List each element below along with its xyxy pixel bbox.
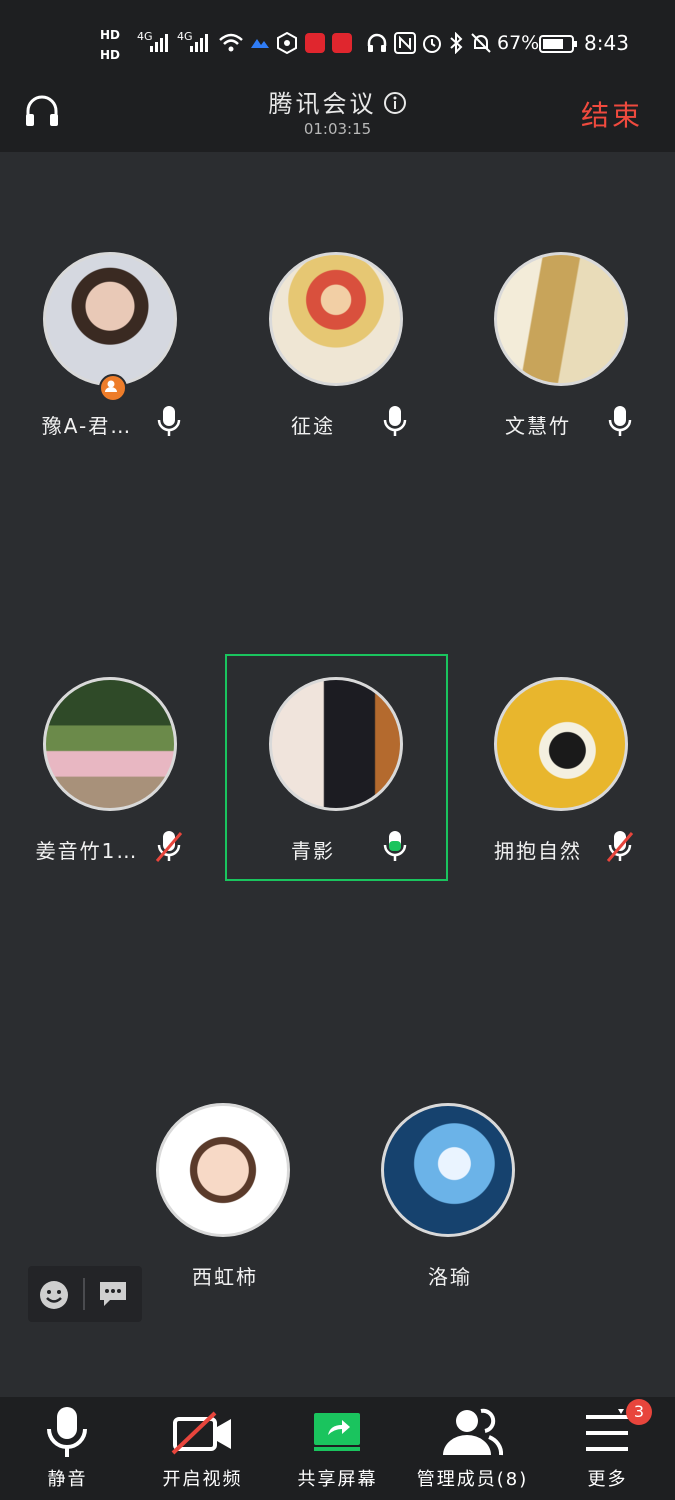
participant-name: 西虹柿 [192, 1265, 258, 1289]
avatar [494, 252, 628, 386]
app-notification-red-icon [305, 33, 325, 53]
mic-icon [608, 406, 632, 436]
share-screen-icon [314, 1413, 360, 1451]
wifi-icon [219, 33, 243, 52]
avatar [381, 1103, 515, 1237]
avatar [43, 252, 177, 386]
meeting-toolbar: 静音 开启视频 共享屏幕 管理成员(8) 更多 [0, 1397, 675, 1500]
notification-badge: 3 [626, 1399, 652, 1425]
silent-bell-icon [471, 33, 491, 53]
avatar [269, 677, 403, 811]
microphone-icon [47, 1407, 87, 1457]
host-badge-icon [99, 374, 127, 402]
headset-status-icon [367, 33, 387, 52]
reaction-chat-bar [28, 1266, 142, 1322]
video-off-icon [171, 1411, 231, 1455]
meeting-title[interactable]: 腾讯会议 [0, 84, 675, 119]
participant-name: 文慧竹 [505, 414, 571, 438]
end-meeting-button[interactable]: 结束 [581, 94, 643, 134]
mic-speaking-icon [383, 831, 407, 861]
mute-label: 静音 [47, 1469, 88, 1490]
participant-name: 姜音竹1… [35, 839, 139, 863]
meeting-header: 腾讯会议 01:03:15 结束 [0, 80, 675, 152]
meeting-timer: 01:03:15 [303, 120, 372, 138]
battery-icon [539, 35, 577, 53]
participant-name: 洛瑜 [428, 1265, 472, 1289]
more-menu-icon [586, 1409, 628, 1451]
more-button[interactable]: 更多 [540, 1397, 675, 1500]
avatar [156, 1103, 290, 1237]
participant-name: 豫A-君… [41, 414, 133, 438]
battery-percent: 67% [497, 32, 540, 54]
members-icon [443, 1408, 504, 1456]
signal-icon-2 [190, 34, 208, 52]
avatar [269, 252, 403, 386]
signal-icon-1 [150, 34, 168, 52]
info-icon[interactable] [383, 91, 407, 115]
status-bar: HD HD 4G 4G 67% 8:43 [0, 0, 675, 80]
mute-button[interactable]: 静音 [0, 1397, 135, 1500]
emoji-icon[interactable] [38, 1279, 70, 1311]
nfc-icon [394, 32, 416, 54]
mic-muted-icon [155, 831, 183, 862]
mic-muted-icon [606, 831, 634, 862]
participant-name: 征途 [291, 414, 335, 438]
clock: 8:43 [584, 31, 629, 55]
manage-members-button[interactable]: 管理成员(8) [405, 1397, 540, 1500]
bluetooth-icon [450, 32, 463, 54]
hd2-indicator: HD [100, 48, 121, 62]
start-video-label: 开启视频 [162, 1469, 243, 1490]
chat-icon[interactable] [98, 1279, 128, 1309]
divider [83, 1278, 85, 1310]
manage-members-label: 管理成员(8) [416, 1469, 529, 1490]
participant-name: 青影 [291, 839, 335, 863]
alarm-icon [423, 35, 441, 53]
mic-icon [157, 406, 181, 436]
share-screen-button[interactable]: 共享屏幕 [270, 1397, 405, 1500]
more-label: 更多 [587, 1469, 628, 1490]
avatar [43, 677, 177, 811]
mic-icon [383, 406, 407, 436]
hexagon-icon [277, 32, 297, 54]
app-notification-icon [251, 39, 269, 48]
share-screen-label: 共享屏幕 [297, 1469, 378, 1490]
avatar [494, 677, 628, 811]
participant-name: 拥抱自然 [494, 839, 582, 863]
recording-mic-icon [332, 33, 352, 53]
start-video-button[interactable]: 开启视频 [135, 1397, 270, 1500]
